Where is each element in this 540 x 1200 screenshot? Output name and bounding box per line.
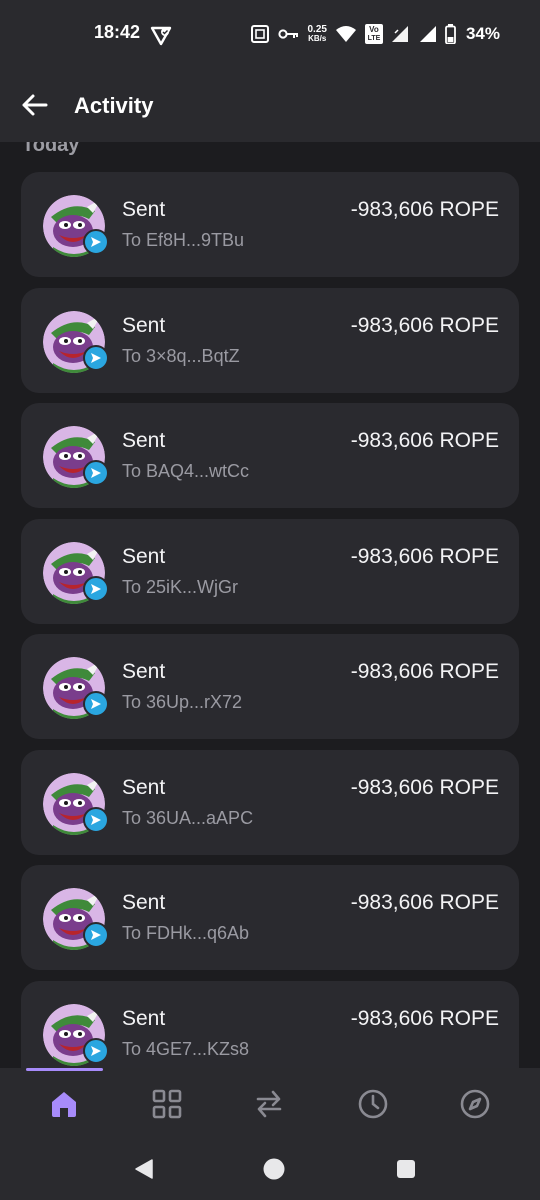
send-arrow-icon xyxy=(83,806,109,833)
nav-back-button[interactable] xyxy=(132,1157,156,1181)
battery-level: 34% xyxy=(465,24,500,43)
transaction-recipient: To 3×8q...BqtZ xyxy=(122,345,240,366)
compass-icon xyxy=(459,1088,491,1120)
history-icon xyxy=(357,1088,389,1120)
transaction-amount: -983,606 ROPE xyxy=(350,1006,499,1030)
transaction-recipient: To 4GE7...KZs8 xyxy=(122,1038,250,1059)
vpn-key-icon xyxy=(277,27,300,41)
nfc-icon xyxy=(250,24,270,44)
send-arrow-icon xyxy=(83,691,109,717)
nav-recents-button[interactable] xyxy=(394,1157,418,1181)
transaction-amount: -983,606 ROPE xyxy=(350,313,499,337)
status-icons: 0.25 KB/s Vo LTE 34% xyxy=(250,22,500,46)
net-speed: 0.25 KB/s xyxy=(307,24,327,44)
swap-icon xyxy=(254,1088,284,1120)
transaction-type: Sent xyxy=(122,660,166,683)
tab-history[interactable] xyxy=(353,1086,393,1122)
status-time: 18:42 xyxy=(94,22,141,42)
status-bar: 18:42 0.25 KB/s Vo LTE 34% xyxy=(0,0,540,68)
transaction-amount: -983,606 ROPE xyxy=(350,198,499,221)
system-nav-bar xyxy=(0,1140,540,1200)
transaction-type: Sent xyxy=(122,429,166,452)
bottom-tab-bar xyxy=(0,1068,540,1140)
grid-icon xyxy=(151,1088,183,1120)
transaction-recipient: To 25iK...WjGr xyxy=(122,576,239,597)
volte-top: Vo xyxy=(369,25,379,34)
send-arrow-icon xyxy=(83,1037,109,1064)
transaction-amount: -983,606 ROPE xyxy=(350,775,499,799)
net-speed-value: 0.25 xyxy=(307,24,327,35)
send-arrow-icon xyxy=(83,344,109,371)
transaction-card[interactable]: Sent To 36UA...aAPC -983,606 ROPE xyxy=(21,749,519,855)
transaction-amount: -983,606 ROPE xyxy=(350,660,499,683)
token-avatar-wrap xyxy=(43,195,109,257)
wifi-icon xyxy=(335,25,357,43)
triangle-back-icon xyxy=(133,1158,155,1180)
activity-list[interactable]: Today Sent To Ef8H...9TBu -983,606 ROPE Sen… xyxy=(0,142,540,1068)
token-avatar-wrap xyxy=(43,1003,109,1066)
token-avatar-wrap xyxy=(43,310,109,373)
token-avatar-wrap xyxy=(43,541,109,604)
app-notification-icon xyxy=(150,24,172,51)
tab-home[interactable] xyxy=(44,1086,84,1122)
home-icon xyxy=(48,1089,80,1119)
send-arrow-icon xyxy=(83,229,109,255)
send-arrow-icon xyxy=(83,575,109,602)
tab-swap[interactable] xyxy=(249,1086,289,1122)
volte-bottom: LTE xyxy=(367,35,381,42)
transaction-type: Sent xyxy=(122,891,166,914)
back-button[interactable] xyxy=(16,88,52,122)
net-speed-unit: KB/s xyxy=(308,34,327,43)
page-title: Activity xyxy=(74,93,154,118)
transaction-card[interactable]: Sent To 36Up...rX72 -983,606 ROPE xyxy=(21,634,519,739)
section-label-today: Today xyxy=(22,142,80,156)
transaction-card[interactable]: Sent To 4GE7...KZs8 -983,606 ROPE xyxy=(21,980,519,1068)
arrow-left-icon xyxy=(20,93,48,117)
transaction-recipient: To Ef8H...9TBu xyxy=(122,230,245,250)
token-avatar-wrap xyxy=(43,888,109,950)
transaction-type: Sent xyxy=(122,775,166,799)
nav-home-button[interactable] xyxy=(262,1157,286,1181)
token-avatar-wrap xyxy=(43,426,109,488)
transaction-card[interactable]: Sent To BAQ4...wtCc -983,606 ROPE xyxy=(21,403,519,508)
circle-home-icon xyxy=(262,1157,286,1181)
transaction-recipient: To 36UA...aAPC xyxy=(122,807,254,828)
transaction-type: Sent xyxy=(122,313,166,337)
transaction-card[interactable]: Sent To 3×8q...BqtZ -983,606 ROPE xyxy=(21,287,519,393)
signal-icon-2 xyxy=(419,25,437,43)
transaction-type: Sent xyxy=(122,544,166,568)
transaction-amount: -983,606 ROPE xyxy=(350,429,499,452)
transaction-card[interactable]: Sent To Ef8H...9TBu -983,606 ROPE xyxy=(21,172,519,277)
tab-apps[interactable] xyxy=(147,1086,187,1122)
battery-icon xyxy=(445,24,456,44)
token-avatar-wrap xyxy=(43,772,109,835)
signal-icon xyxy=(391,25,411,43)
transaction-card[interactable]: Sent To 25iK...WjGr -983,606 ROPE xyxy=(21,518,519,624)
app-header: Activity xyxy=(0,68,540,142)
active-tab-indicator xyxy=(26,1068,103,1071)
transaction-recipient: To BAQ4...wtCc xyxy=(122,461,250,481)
transaction-recipient: To FDHk...q6Ab xyxy=(122,923,250,943)
transaction-amount: -983,606 ROPE xyxy=(350,891,499,914)
send-arrow-icon xyxy=(83,922,109,948)
token-avatar-wrap xyxy=(43,657,109,719)
volte-icon: Vo LTE xyxy=(364,24,383,44)
transaction-type: Sent xyxy=(122,1006,166,1030)
tab-explore[interactable] xyxy=(455,1086,495,1122)
transaction-recipient: To 36Up...rX72 xyxy=(122,692,243,712)
transaction-amount: -983,606 ROPE xyxy=(350,544,499,568)
square-recents-icon xyxy=(395,1158,417,1180)
send-arrow-icon xyxy=(83,460,109,486)
transaction-card[interactable]: Sent To FDHk...q6Ab -983,606 ROPE xyxy=(21,865,519,970)
transaction-type: Sent xyxy=(122,198,166,221)
